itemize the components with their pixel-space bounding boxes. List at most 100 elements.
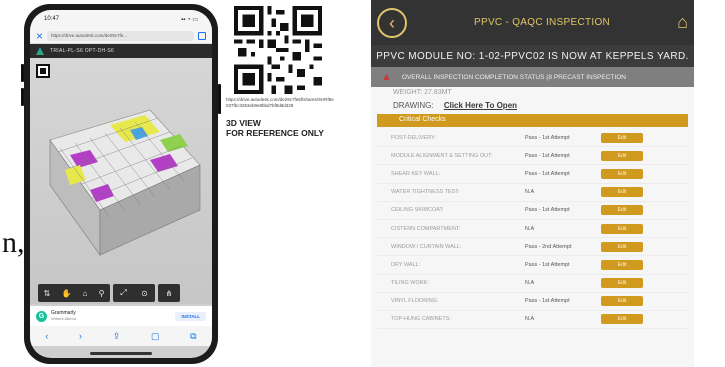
settings-icon[interactable]: ⊙ xyxy=(141,289,148,298)
list-item: CEILING SKIMCOAT: Pass - 1st Attempt Edit xyxy=(377,202,688,220)
grammarly-ad-banner: G Grammarly Writers Attend INSTALL xyxy=(30,306,212,326)
check-label: SHEAR KEY WALL: xyxy=(391,170,441,177)
phone-mockup: 10:47 ▪▪ ◔ ▭ × https://drive.autodesk.co… xyxy=(21,4,221,364)
qr-caption-line1: 3D VIEW xyxy=(226,118,261,128)
back-icon[interactable]: ‹ xyxy=(377,7,407,38)
edit-button[interactable]: Edit xyxy=(601,296,643,307)
edit-button[interactable]: Edit xyxy=(601,168,643,179)
check-result: N.A xyxy=(525,280,535,287)
check-result: Pass - 2nd Attempt xyxy=(525,243,572,250)
warning-icon: ▲ xyxy=(381,71,392,83)
check-result: Pass - 1st Attempt xyxy=(525,134,570,141)
list-item: MODULE ALIGNMENT & SETTING OUT: Pass - 1s… xyxy=(377,147,688,166)
edit-button[interactable]: Edit xyxy=(601,187,643,198)
list-item: TOP-HUNG CABINETS: N.A Edit xyxy=(377,311,688,330)
check-label: MODULE ALIGNMENT & SETTING OUT: xyxy=(391,152,493,159)
list-item: DRY WALL: Pass - 1st Attempt Edit xyxy=(377,256,688,275)
qr-caption-line2: FOR REFERENCE ONLY xyxy=(226,128,324,138)
model-browser-icon[interactable]: ⋔ xyxy=(166,289,173,298)
3d-model-viewer[interactable]: ⇅ ✋ ⌂ ⚲ ⤢ ⊙ ⋔ xyxy=(30,58,212,304)
home-indicator xyxy=(90,352,152,355)
autodesk-logo-icon xyxy=(36,47,44,55)
edit-button[interactable]: Edit xyxy=(601,314,643,325)
edit-button[interactable]: Edit xyxy=(601,278,643,289)
section-header-critical-checks: Critical Checks xyxy=(377,114,688,127)
edit-button[interactable]: Edit xyxy=(601,223,643,234)
check-result: Pass - 1st Attempt xyxy=(525,298,570,305)
check-result: Pass - 1st Attempt xyxy=(525,170,570,177)
module-status-banner: PPVC MODULE NO: 1-02-PPVC02 IS NOW AT KE… xyxy=(371,45,694,67)
qr-url-text[interactable]: https://drive.autodesk.com/de29c7fe5f/sh… xyxy=(226,97,336,109)
list-item: SHEAR KEY WALL: Pass - 1st Attempt Edit xyxy=(377,165,688,184)
check-label: WATER TIGHTNESS TEST: xyxy=(391,189,460,196)
qr-caption: 3D VIEW FOR REFERENCE ONLY xyxy=(226,118,324,138)
drawing-link[interactable]: Click Here To Open xyxy=(444,101,517,110)
ad-subtitle: Writers Attend xyxy=(51,316,77,321)
install-button[interactable]: INSTALL xyxy=(175,311,206,321)
check-label: VINYL FLOORING: xyxy=(391,298,439,305)
drawing-label: DRAWING: xyxy=(393,101,434,110)
list-item: TILING WORK: N.A Edit xyxy=(377,275,688,293)
list-item: POST-DELIVERY: Pass - 1st Attempt Edit xyxy=(377,129,688,148)
bookmarks-icon[interactable]: ▢ xyxy=(151,331,160,342)
check-result: N.A xyxy=(525,189,535,196)
building-model-render xyxy=(49,109,201,256)
zoom-icon[interactable]: ⚲ xyxy=(99,289,105,298)
weight-text: WEIGHT: 27.83MT xyxy=(393,89,452,96)
tabs-icon[interactable]: ⧉ xyxy=(190,331,196,342)
check-result: Pass - 1st Attempt xyxy=(525,152,570,159)
app-header: ‹ PPVC - QAQC INSPECTION ⌂ PPVC MODULE N… xyxy=(371,0,694,67)
inspection-app-screen: ‹ PPVC - QAQC INSPECTION ⌂ PPVC MODULE N… xyxy=(371,0,694,367)
alert-text: OVERALL INSPECTION COMPLETION STATUS (8 … xyxy=(401,73,626,81)
url-field[interactable]: https://drive.autodesk.com/de29c7fe... xyxy=(47,30,194,41)
check-label: POST-DELIVERY: xyxy=(391,134,436,141)
edit-button[interactable]: Edit xyxy=(601,132,643,143)
browser-nav-bar: ‹ › ⇪ ▢ ⧉ xyxy=(30,326,212,346)
status-icons: ▪▪ ◔ ▭ xyxy=(181,16,198,23)
model-title: TRIAL-PL-S6 OPT-DH-S6 xyxy=(50,48,115,54)
slide-text-fragment: n, xyxy=(2,226,25,259)
status-bar: 10:47 ▪▪ ◔ ▭ xyxy=(30,10,212,28)
orbit-icon[interactable]: ⇅ xyxy=(44,289,51,298)
forward-nav-icon[interactable]: › xyxy=(79,331,82,341)
grammarly-logo-icon: G xyxy=(36,310,47,322)
checks-list: POST-DELIVERY: Pass - 1st Attempt Edit MODU… xyxy=(371,129,694,330)
list-item: CISTERN COMPARTMENT: N.A Edit xyxy=(377,220,688,239)
edit-button[interactable]: Edit xyxy=(601,150,643,161)
power-button xyxy=(218,84,221,114)
share-nav-icon[interactable]: ⇪ xyxy=(113,331,121,342)
qr-code-image xyxy=(234,6,322,94)
check-label: CISTERN COMPARTMENT: xyxy=(391,225,461,232)
check-label: TOP-HUNG CABINETS: xyxy=(391,316,451,323)
check-result: Pass - 1st Attempt xyxy=(525,261,570,268)
check-label: CEILING SKIMCOAT: xyxy=(391,207,444,214)
volume-button xyxy=(21,88,24,106)
close-icon[interactable]: × xyxy=(36,30,43,42)
viewer-app-bar: TRIAL-PL-S6 OPT-DH-S6 xyxy=(30,44,212,58)
home-view-icon[interactable]: ⌂ xyxy=(83,289,88,298)
toolbar-group-navigate: ⇅ ✋ ⌂ ⚲ xyxy=(38,284,110,302)
back-nav-icon[interactable]: ‹ xyxy=(45,331,48,341)
check-label: WINDOW / CURTAIN WALL: xyxy=(391,243,462,250)
check-result: N.A xyxy=(525,316,535,323)
toolbar-group-tools: ⤢ ⊙ xyxy=(113,284,155,302)
edit-button[interactable]: Edit xyxy=(601,205,643,216)
viewer-toolbar: ⇅ ✋ ⌂ ⚲ ⤢ ⊙ ⋔ xyxy=(38,284,204,302)
share-icon[interactable] xyxy=(198,31,206,40)
check-label: DRY WALL: xyxy=(391,261,421,268)
page-title: PPVC - QAQC INSPECTION xyxy=(474,17,611,28)
header-bar: ‹ PPVC - QAQC INSPECTION ⌂ xyxy=(371,0,694,45)
drawing-row: DRAWING: Click Here To Open xyxy=(371,98,694,114)
toolbar-group-model: ⋔ xyxy=(158,284,180,302)
status-time: 10:47 xyxy=(44,16,60,22)
completion-status-alert[interactable]: ▲ OVERALL INSPECTION COMPLETION STATUS (… xyxy=(371,67,694,87)
list-item: WINDOW / CURTAIN WALL: Pass - 2nd Attempt… xyxy=(377,238,688,257)
pan-icon[interactable]: ✋ xyxy=(61,289,71,298)
home-icon[interactable]: ⌂ xyxy=(677,12,688,33)
check-label: TILING WORK: xyxy=(391,280,429,287)
fit-icon[interactable]: ⤢ xyxy=(120,288,126,298)
ad-text: Grammarly Writers Attend xyxy=(51,310,171,322)
edit-button[interactable]: Edit xyxy=(601,259,643,270)
list-item: VINYL FLOORING: Pass - 1st Attempt Edit xyxy=(377,293,688,311)
edit-button[interactable]: Edit xyxy=(601,241,643,252)
